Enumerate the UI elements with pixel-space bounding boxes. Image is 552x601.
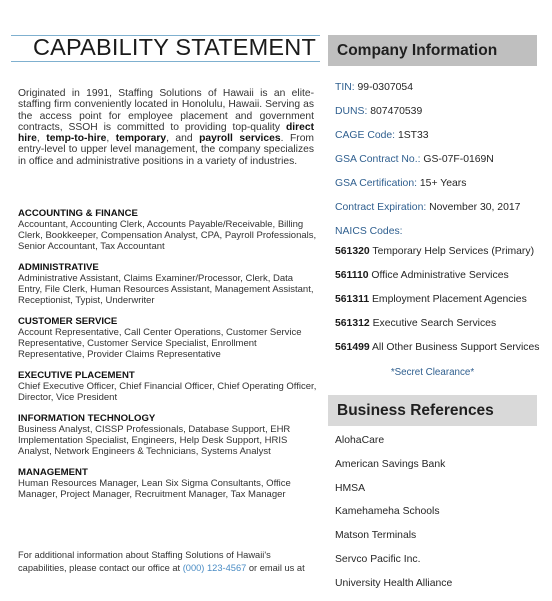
info-value: 1ST33 xyxy=(395,130,429,141)
business-references-heading: Business References xyxy=(328,395,537,426)
reference-item: University Health Alliance xyxy=(335,577,453,589)
info-label: GSA Contract No.: xyxy=(335,154,421,165)
category-body: Administrative Assistant, Claims Examine… xyxy=(18,273,314,306)
info-row-cage: CAGE Code: 1ST33 xyxy=(335,129,550,153)
info-label: DUNS: xyxy=(335,106,368,117)
naics-code: 561320 xyxy=(335,246,370,257)
naics-desc: Office Administrative Services xyxy=(368,270,509,281)
info-row-tin: TIN: 99-0307054 xyxy=(335,81,550,105)
info-value: GS-07F-0169N xyxy=(420,154,494,165)
info-label: NAICS Codes: xyxy=(335,226,403,237)
footer-text: or email us at xyxy=(246,563,305,573)
category-executive-placement: EXECUTIVE PLACEMENT Chief Executive Offi… xyxy=(18,370,318,403)
left-column: CAPABILITY STATEMENT Originated in 1991,… xyxy=(0,0,322,600)
contact-footer: For additional information about Staffin… xyxy=(18,549,318,575)
separator: , xyxy=(106,133,116,145)
category-body: Human Resources Manager, Lean Six Sigma … xyxy=(18,478,291,500)
naics-item: 561320 Temporary Help Services (Primary) xyxy=(335,245,550,269)
category-information-technology: INFORMATION TECHNOLOGY Business Analyst,… xyxy=(18,413,318,457)
intro-text: Originated in 1991, Staffing Solutions o… xyxy=(18,88,314,133)
right-column: Company Information TIN: 99-0307054 DUNS… xyxy=(322,0,552,600)
intro-paragraph: Originated in 1991, Staffing Solutions o… xyxy=(18,88,314,167)
naics-item: 561311 Employment Placement Agencies xyxy=(335,293,550,317)
category-management: MANAGEMENT Human Resources Manager, Lean… xyxy=(18,467,318,500)
category-customer-service: CUSTOMER SERVICE Account Representative,… xyxy=(18,316,318,360)
category-title: EXECUTIVE PLACEMENT xyxy=(18,370,135,381)
info-value: 15+ Years xyxy=(417,178,467,189)
secret-clearance-note: *Secret Clearance* xyxy=(390,367,475,378)
service-payroll: payroll services xyxy=(199,133,281,145)
separator: , xyxy=(36,133,47,145)
info-label: TIN: xyxy=(335,82,355,93)
categories-list: ACCOUNTING & FINANCE Accountant, Account… xyxy=(18,208,318,510)
company-info-list: TIN: 99-0307054 DUNS: 807470539 CAGE Cod… xyxy=(335,81,550,249)
category-body: Accountant, Accounting Clerk, Accounts P… xyxy=(18,219,317,252)
info-value: 807470539 xyxy=(367,106,423,117)
naics-code: 561311 xyxy=(335,294,370,305)
naics-item: 561312 Executive Search Services xyxy=(335,317,550,341)
reference-item: HMSA xyxy=(335,482,366,494)
category-title: MANAGEMENT xyxy=(18,467,88,478)
reference-item: AlohaCare xyxy=(335,435,385,446)
category-body: Chief Executive Officer, Chief Financial… xyxy=(18,381,317,403)
naics-item: 561110 Office Administrative Services xyxy=(335,269,550,293)
title-banner: CAPABILITY STATEMENT xyxy=(11,34,320,62)
reference-item: Matson Terminals xyxy=(335,530,417,542)
naics-code: 561110 xyxy=(335,270,369,281)
phone-link[interactable]: (000) 123-4567 xyxy=(183,563,247,573)
info-row-duns: DUNS: 807470539 xyxy=(335,105,550,129)
naics-desc: Executive Search Services xyxy=(369,318,497,329)
naics-code: 561499 xyxy=(335,342,370,353)
references-list: AlohaCare American Savings Bank HMSA Kam… xyxy=(335,434,550,601)
info-label: CAGE Code: xyxy=(335,130,396,141)
naics-desc: All Other Business Support Services xyxy=(369,342,540,353)
category-accounting: ACCOUNTING & FINANCE Accountant, Account… xyxy=(18,208,318,252)
category-body: Account Representative, Call Center Oper… xyxy=(18,327,302,360)
category-title: INFORMATION TECHNOLOGY xyxy=(18,413,156,424)
category-title: CUSTOMER SERVICE xyxy=(18,316,118,327)
reference-item: American Savings Bank xyxy=(335,458,446,470)
naics-list: 561320 Temporary Help Services (Primary)… xyxy=(335,245,550,365)
info-value: November 30, 2017 xyxy=(426,202,521,213)
reference-item: Kamehameha Schools xyxy=(335,506,440,518)
company-info-heading: Company Information xyxy=(328,35,537,66)
info-row-gsa-contract: GSA Contract No.: GS-07F-0169N xyxy=(335,153,550,177)
category-title: ADMINISTRATIVE xyxy=(18,262,99,273)
info-value: 99-0307054 xyxy=(354,82,413,93)
category-administrative: ADMINISTRATIVE Administrative Assistant,… xyxy=(18,262,318,306)
naics-code: 561312 xyxy=(335,318,370,329)
info-row-contract-expiration: Contract Expiration: November 30, 2017 xyxy=(335,201,550,225)
naics-desc: Temporary Help Services (Primary) xyxy=(369,246,535,257)
page-title: CAPABILITY STATEMENT xyxy=(33,34,317,60)
category-body: Business Analyst, CISSP Professionals, D… xyxy=(18,424,291,457)
info-row-gsa-certification: GSA Certification: 15+ Years xyxy=(335,177,550,201)
info-label: Contract Expiration: xyxy=(335,202,427,213)
reference-item: Servco Pacific Inc. xyxy=(335,553,421,565)
service-temporary: temporary xyxy=(115,133,167,145)
service-temp-to-hire: temp-to-hire xyxy=(46,133,107,145)
naics-item: 561499 All Other Business Support Servic… xyxy=(335,341,550,365)
separator: , and xyxy=(166,133,200,145)
naics-desc: Employment Placement Agencies xyxy=(369,294,527,305)
info-label: GSA Certification: xyxy=(335,178,418,189)
category-title: ACCOUNTING & FINANCE xyxy=(18,208,138,219)
